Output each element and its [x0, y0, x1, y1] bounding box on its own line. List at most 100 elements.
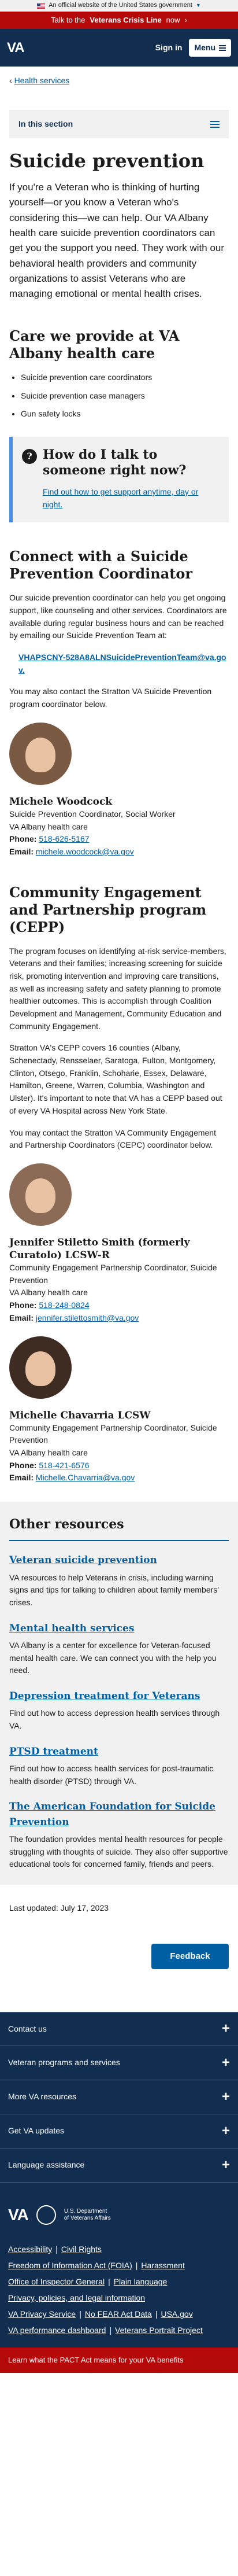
team-email-link[interactable]: VHAPSCNY-528A8ALNSuicidePreventionTeam@v… [18, 653, 226, 675]
breadcrumb-link[interactable]: Health services [14, 76, 70, 85]
resource-desc: VA resources to help Veterans in crisis,… [9, 1572, 219, 1607]
pact-act-banner[interactable]: Learn what the PACT Act means for your V… [0, 2347, 238, 2374]
avatar [9, 1336, 72, 1399]
other-resources: Other resources Veteran suicide preventi… [0, 1502, 238, 1885]
footer-link[interactable]: Accessibility [8, 2245, 52, 2254]
list-item: Suicide prevention care coordinators [21, 371, 229, 384]
crisis-bold: Veterans Crisis Line [90, 15, 162, 24]
footer-accordion-item[interactable]: More VA resources + [0, 2080, 238, 2114]
official-banner[interactable]: An official website of the United States… [0, 0, 238, 12]
chevron-left-icon: ‹ [9, 76, 14, 85]
care-list: Suicide prevention care coordinators Sui… [9, 371, 229, 421]
resource-desc: The foundation provides mental health re… [9, 1834, 228, 1869]
accordion-label: Contact us [8, 2024, 47, 2033]
resource-link[interactable]: Mental health services [9, 1623, 134, 1634]
contact-phone-link[interactable]: 518-626-5167 [39, 834, 89, 843]
contact-title: Community Engagement Partnership Coordin… [9, 1422, 217, 1445]
contact-email-link[interactable]: michele.woodcock@va.gov [36, 847, 134, 856]
breadcrumb: ‹ Health services [0, 67, 238, 87]
connect-heading: Connect with a Suicide Prevention Coordi… [9, 548, 193, 583]
cepp-para3: You may contact the Stratton VA Communit… [9, 1127, 216, 1150]
footer-link[interactable]: Office of Inspector General [8, 2277, 105, 2286]
contact-email-link[interactable]: jennifer.stilettosmith@va.gov [36, 1313, 139, 1322]
question-icon: ? [22, 448, 37, 464]
list-item: Veteran suicide prevention VA resources … [9, 1553, 229, 1609]
accordion-label: Get VA updates [8, 2126, 65, 2136]
resource-link[interactable]: Depression treatment for Veterans [9, 1690, 200, 1702]
care-heading: Care we provide at VA Albany health care [9, 327, 180, 362]
menu-label: Menu [194, 42, 215, 52]
footer-accordion-item[interactable]: Get VA updates + [0, 2114, 238, 2148]
resources-heading: Other resources [9, 1514, 229, 1542]
contact-org: VA Albany health care [9, 1448, 88, 1458]
footer-link[interactable]: Plain language [114, 2277, 168, 2286]
plus-icon: + [221, 2122, 230, 2139]
footer-link[interactable]: VA performance dashboard [8, 2326, 106, 2335]
plus-icon: + [221, 2157, 230, 2173]
email-label: Email: [9, 1473, 34, 1483]
footer-va-logo[interactable]: VA [8, 2202, 29, 2227]
phone-label: Phone: [9, 1300, 37, 1310]
feedback-button[interactable]: Feedback [151, 1943, 229, 1969]
list-item: The American Foundation for Suicide Prev… [9, 1799, 229, 1871]
resource-desc: VA Albany is a center for excellence for… [9, 1640, 217, 1675]
last-updated: Last updated: July 17, 2023 [9, 1903, 109, 1913]
accordion-label: Veteran programs and services [8, 2058, 120, 2068]
site-footer: Contact us + Veteran programs and service… [0, 2011, 238, 2374]
footer-accordion-item[interactable]: Language assistance + [0, 2148, 238, 2183]
in-section-nav[interactable]: In this section [9, 110, 229, 138]
dept-name: U.S. Department of Veterans Affairs [64, 2208, 111, 2222]
site-header: VA Sign in Menu [0, 29, 238, 67]
contact-org: VA Albany health care [9, 821, 88, 831]
footer-accordion-item[interactable]: Veteran programs and services + [0, 2046, 238, 2080]
contact-title: Suicide Prevention Coordinator, Social W… [9, 809, 176, 819]
crisis-prefix: Talk to the [51, 15, 85, 24]
footer-logos: VA U.S. Department of Veterans Affairs [0, 2183, 238, 2235]
footer-link[interactable]: Veterans Portrait Project [115, 2326, 203, 2335]
cepp-para1: The program focuses on identifying at-ri… [9, 946, 226, 1031]
main-content: Suicide prevention If you're a Veteran w… [0, 150, 238, 1969]
plus-icon: + [221, 2021, 230, 2037]
contact-name: Michele Woodcock [9, 795, 113, 808]
us-flag-icon [37, 3, 46, 9]
footer-link[interactable]: Harassment [141, 2261, 184, 2270]
footer-accordion-item[interactable]: Contact us + [0, 2011, 238, 2046]
list-item: PTSD treatment Find out how to access he… [9, 1744, 229, 1788]
dept-line1: U.S. Department [64, 2208, 107, 2214]
resource-link[interactable]: Veteran suicide prevention [9, 1554, 157, 1566]
menu-lines-icon [210, 123, 220, 125]
va-seal-icon [36, 2205, 56, 2225]
resource-desc: Find out how to access depression health… [9, 1708, 220, 1731]
list-item: Suicide prevention case managers [21, 390, 229, 403]
sign-in-link[interactable]: Sign in [155, 42, 183, 54]
footer-link[interactable]: No FEAR Act Data [85, 2309, 152, 2319]
footer-link[interactable]: USA.gov [161, 2309, 192, 2319]
contact-title: Community Engagement Partnership Coordin… [9, 1263, 217, 1285]
list-item: Mental health services VA Albany is a ce… [9, 1621, 229, 1677]
contact-phone-link[interactable]: 518-421-6576 [39, 1461, 89, 1470]
accordion-label: More VA resources [8, 2092, 77, 2102]
va-logo[interactable]: VA [7, 37, 25, 58]
contact-note: You may also contact the Stratton VA Sui… [9, 687, 212, 709]
contact-email-link[interactable]: Michelle.Chavarria@va.gov [36, 1473, 135, 1482]
plus-icon: + [221, 2088, 230, 2105]
footer-link[interactable]: Freedom of Information Act (FOIA) [8, 2261, 132, 2270]
footer-link[interactable]: Privacy, policies, and legal information [8, 2293, 145, 2302]
contact-org: VA Albany health care [9, 1288, 88, 1298]
email-label: Email: [9, 1313, 34, 1322]
contact-name: Jennifer Stiletto Smith (formerly Curato… [9, 1236, 190, 1262]
crisis-line-bar[interactable]: Talk to the Veterans Crisis Line now › [0, 12, 238, 29]
contact-phone-link[interactable]: 518-248-0824 [39, 1300, 89, 1310]
email-label: Email: [9, 846, 34, 856]
menu-button[interactable]: Menu [189, 38, 231, 57]
crisis-suffix: now [166, 15, 180, 24]
pact-act-text: Learn what the PACT Act means for your V… [8, 2356, 184, 2365]
list-item: Gun safety locks [21, 408, 229, 421]
phone-label: Phone: [9, 1460, 37, 1470]
footer-link[interactable]: VA Privacy Service [8, 2309, 76, 2319]
resource-link[interactable]: PTSD treatment [9, 1746, 98, 1757]
resource-desc: Find out how to access health services f… [9, 1764, 214, 1786]
help-box-link[interactable]: Find out how to get support anytime, day… [43, 487, 198, 509]
footer-link[interactable]: Civil Rights [61, 2245, 102, 2254]
resource-link[interactable]: The American Foundation for Suicide Prev… [9, 1801, 215, 1827]
